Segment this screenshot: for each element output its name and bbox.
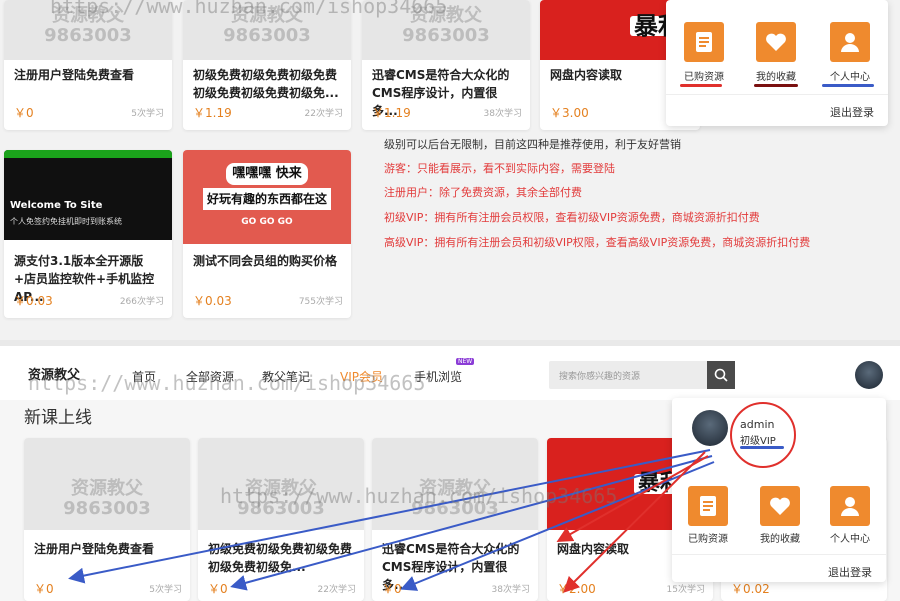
highlight-circle <box>730 402 796 468</box>
course-card[interactable]: 资源教父 9863003 迅睿CMS是符合大众化的CMS程序设计，内置很多...… <box>372 438 538 601</box>
underline-mark <box>740 446 784 449</box>
section-title: 新课上线 <box>24 408 92 428</box>
course-learn-count: 755次学习 <box>298 297 343 307</box>
course-learn-count: 266次学习 <box>119 297 164 307</box>
course-price: ￥0.03 <box>14 294 53 308</box>
course-card[interactable]: 资源教父 9863003 迅睿CMS是符合大众化的CMS程序设计，内置很多...… <box>362 0 530 130</box>
purchased-icon[interactable] <box>684 22 724 62</box>
thumb-line: 好玩有趣的东西都在这 <box>202 187 331 210</box>
course-card[interactable]: Welcome To Site 个人免签约免挂机即时到账系统 源支付3.1版本全… <box>4 150 172 318</box>
search-icon <box>714 368 728 382</box>
watermark: https://www.huzhan.com/ishop34665 <box>50 0 448 18</box>
course-price: ￥0 <box>34 582 54 596</box>
course-price: ￥1.19 <box>372 106 411 120</box>
dropdown-item-purchased[interactable]: 已购资源 <box>672 68 736 83</box>
thumb-code: 9863003 <box>223 25 311 46</box>
dropdown-item-profile[interactable]: 个人中心 <box>818 68 882 83</box>
avatar[interactable] <box>855 361 883 389</box>
course-learn-count: 22次学习 <box>304 109 343 119</box>
course-thumbnail: 资源教父 9863003 <box>24 438 190 530</box>
course-learn-count: 5次学习 <box>149 585 182 595</box>
dropdown-item-favorites[interactable]: 我的收藏 <box>744 68 808 83</box>
course-price: ￥0 <box>14 106 34 120</box>
new-badge: NEW <box>456 358 475 365</box>
course-card[interactable]: 资源教父 9863003 初级免费初级免费初级免费初级免费初级免... ￥0 2… <box>198 438 364 601</box>
course-title: 测试不同会员组的购买价格 <box>193 254 338 268</box>
course-price: ￥3.00 <box>550 106 589 120</box>
underline-mark <box>822 84 874 87</box>
divider <box>672 554 886 555</box>
watermark: https://www.huzhan.com/ishop34665 <box>220 484 618 508</box>
course-title: 初级免费初级免费初级免费初级免费初级免费初级免... <box>193 68 339 100</box>
note-line: 级别可以后台无限制，目前这四种是推荐使用，利于友好营销 <box>384 138 681 151</box>
course-card[interactable]: 资源教父 9863003 初级免费初级免费初级免费初级免费初级免费初级免... … <box>183 0 351 130</box>
search-placeholder: 搜索你感兴趣的资源 <box>559 372 641 382</box>
thumb-title: Welcome To Site <box>10 200 103 211</box>
course-price: ￥0.02 <box>731 582 770 596</box>
course-price: ￥0 <box>382 582 402 596</box>
thumb-code: 9863003 <box>63 498 151 519</box>
dropdown-item-profile[interactable]: 个人中心 <box>818 530 882 545</box>
note-line: 游客：只能看展示，看不到实际内容，需要登陆 <box>384 162 615 175</box>
watermark: https://www.huzhan.com/ishop34665 <box>28 371 426 395</box>
course-learn-count: 38次学习 <box>483 109 522 119</box>
profile-icon[interactable] <box>830 486 870 526</box>
course-learn-count: 38次学习 <box>491 585 530 595</box>
search-button[interactable] <box>707 361 735 389</box>
dropdown-item-purchased[interactable]: 已购资源 <box>676 530 740 545</box>
course-price: ￥0.03 <box>193 294 232 308</box>
logout-link[interactable]: 退出登录 <box>828 564 872 580</box>
course-card[interactable]: 资源教父 9863003 注册用户登陆免费查看 ￥0 5次学习 <box>24 438 190 601</box>
course-card[interactable]: 嘿嘿嘿 快来 好玩有趣的东西都在这 GO GO GO 测试不同会员组的购买价格 … <box>183 150 351 318</box>
note-line: 注册用户：除了免费资源，其余全部付费 <box>384 186 582 199</box>
course-price: ￥1.19 <box>193 106 232 120</box>
course-title: 初级免费初级免费初级免费初级免费初级免... <box>208 542 353 574</box>
thumb-line: 嘿嘿嘿 快来 <box>226 162 308 185</box>
logout-link[interactable]: 退出登录 <box>830 104 874 120</box>
user-dropdown: 已购资源 我的收藏 个人中心 退出登录 <box>666 0 888 126</box>
divider <box>666 94 888 95</box>
note-line: 初级VIP：拥有所有注册会员权限，查看初级VIP资源免费，商城资源折扣付费 <box>384 211 760 224</box>
dropdown-item-favorites[interactable]: 我的收藏 <box>748 530 812 545</box>
course-title: 注册用户登陆免费查看 <box>14 68 135 82</box>
thumb-code: 9863003 <box>402 25 490 46</box>
search-input[interactable]: 搜索你感兴趣的资源 <box>549 361 707 389</box>
course-learn-count: 5次学习 <box>131 109 164 119</box>
thumb-subtitle: 个人免签约免挂机即时到账系统 <box>10 217 122 226</box>
purchased-icon[interactable] <box>688 486 728 526</box>
thumb-brand: 资源教父 <box>71 478 143 499</box>
course-learn-count: 15次学习 <box>666 585 705 595</box>
thumb-code: 9863003 <box>44 25 132 46</box>
profile-icon[interactable] <box>830 22 870 62</box>
underline-mark <box>754 84 798 87</box>
favorites-icon[interactable] <box>756 22 796 62</box>
note-line: 高级VIP：拥有所有注册会员和初级VIP权限，查看高级VIP资源免费，商城资源折… <box>384 236 811 249</box>
favorites-icon[interactable] <box>760 486 800 526</box>
course-thumbnail: Welcome To Site 个人免签约免挂机即时到账系统 <box>4 150 172 240</box>
course-thumbnail: 嘿嘿嘿 快来 好玩有趣的东西都在这 GO GO GO <box>183 150 351 244</box>
course-price: ￥2.00 <box>557 582 596 596</box>
course-learn-count: 22次学习 <box>317 585 356 595</box>
course-price: ￥0 <box>208 582 228 596</box>
avatar <box>692 410 728 446</box>
thumb-line: GO GO GO <box>241 216 293 227</box>
course-title: 注册用户登陆免费查看 <box>34 542 155 556</box>
underline-mark <box>680 84 722 87</box>
user-dropdown: admin 初级VIP 已购资源 我的收藏 个人中心 退出登录 <box>672 398 886 582</box>
top-screenshot-panel: 资源教父 9863003 注册用户登陆免费查看 ￥0 5次学习 资源教父 986… <box>0 0 900 340</box>
course-card[interactable]: 资源教父 9863003 注册用户登陆免费查看 ￥0 5次学习 <box>4 0 172 130</box>
